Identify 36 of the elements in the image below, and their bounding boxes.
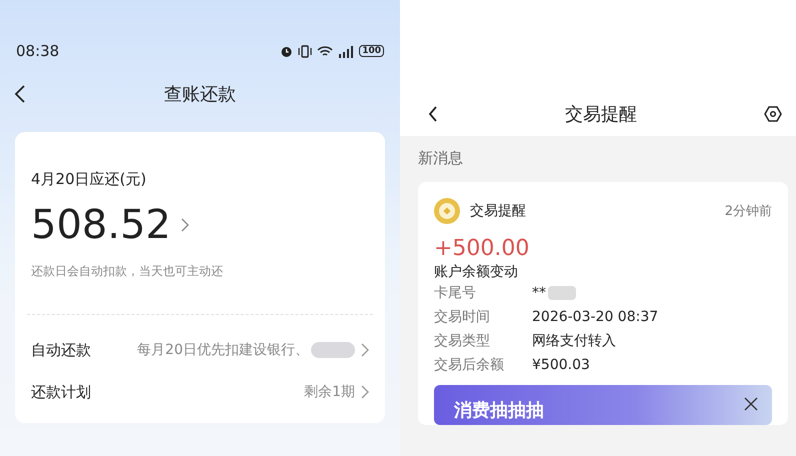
back-icon[interactable] bbox=[428, 105, 438, 123]
back-icon[interactable] bbox=[14, 84, 26, 104]
coin-icon bbox=[434, 198, 460, 224]
wifi-icon bbox=[317, 44, 334, 58]
status-time: 08:38 bbox=[16, 42, 60, 60]
close-icon[interactable] bbox=[744, 397, 758, 411]
message-time: 2分钟前 bbox=[724, 203, 772, 220]
due-label: 4月20日应还(元) bbox=[31, 170, 148, 189]
chevron-icon bbox=[361, 343, 369, 357]
sender-name: 交易提醒 bbox=[470, 202, 526, 220]
detail-label: 交易时间 bbox=[434, 308, 491, 326]
settings-row[interactable]: 还款计划 剩余1期 bbox=[31, 371, 369, 413]
bill-note: 还款日会自动扣款，当天也可主动还 bbox=[31, 263, 224, 280]
message-subtitle: 账户余额变动 bbox=[434, 263, 519, 281]
battery-level: 100 bbox=[359, 45, 384, 57]
detail-value: ** bbox=[532, 285, 546, 301]
alarm-icon bbox=[280, 44, 294, 58]
detail-value: 2026-03-20 08:37 bbox=[532, 309, 658, 325]
detail-value: 网络支付转入 bbox=[532, 332, 616, 350]
vibrate-icon bbox=[297, 44, 314, 58]
detail-label: 交易类型 bbox=[434, 332, 491, 350]
detail-label: 交易后余额 bbox=[434, 356, 505, 374]
detail-label: 卡尾号 bbox=[434, 284, 477, 302]
signal-icon bbox=[337, 44, 356, 58]
page-title: 查账还款 bbox=[164, 83, 236, 106]
amount-due[interactable]: 508.52 bbox=[31, 201, 171, 249]
transaction-amount: +500.00 bbox=[434, 236, 530, 261]
chevron-icon bbox=[361, 385, 369, 399]
detail-value: ¥500.03 bbox=[532, 357, 590, 373]
chevron-icon bbox=[180, 218, 189, 232]
settings-row[interactable]: 自动还款 每月20日优先扣建设银行、 bbox=[31, 329, 369, 371]
page-title: 交易提醒 bbox=[565, 103, 637, 126]
banner-title: 消费抽抽抽 bbox=[454, 399, 544, 423]
settings-icon[interactable] bbox=[764, 105, 782, 123]
section-heading: 新消息 bbox=[418, 149, 463, 167]
promo-banner[interactable]: 消费抽抽抽 bbox=[434, 385, 772, 425]
